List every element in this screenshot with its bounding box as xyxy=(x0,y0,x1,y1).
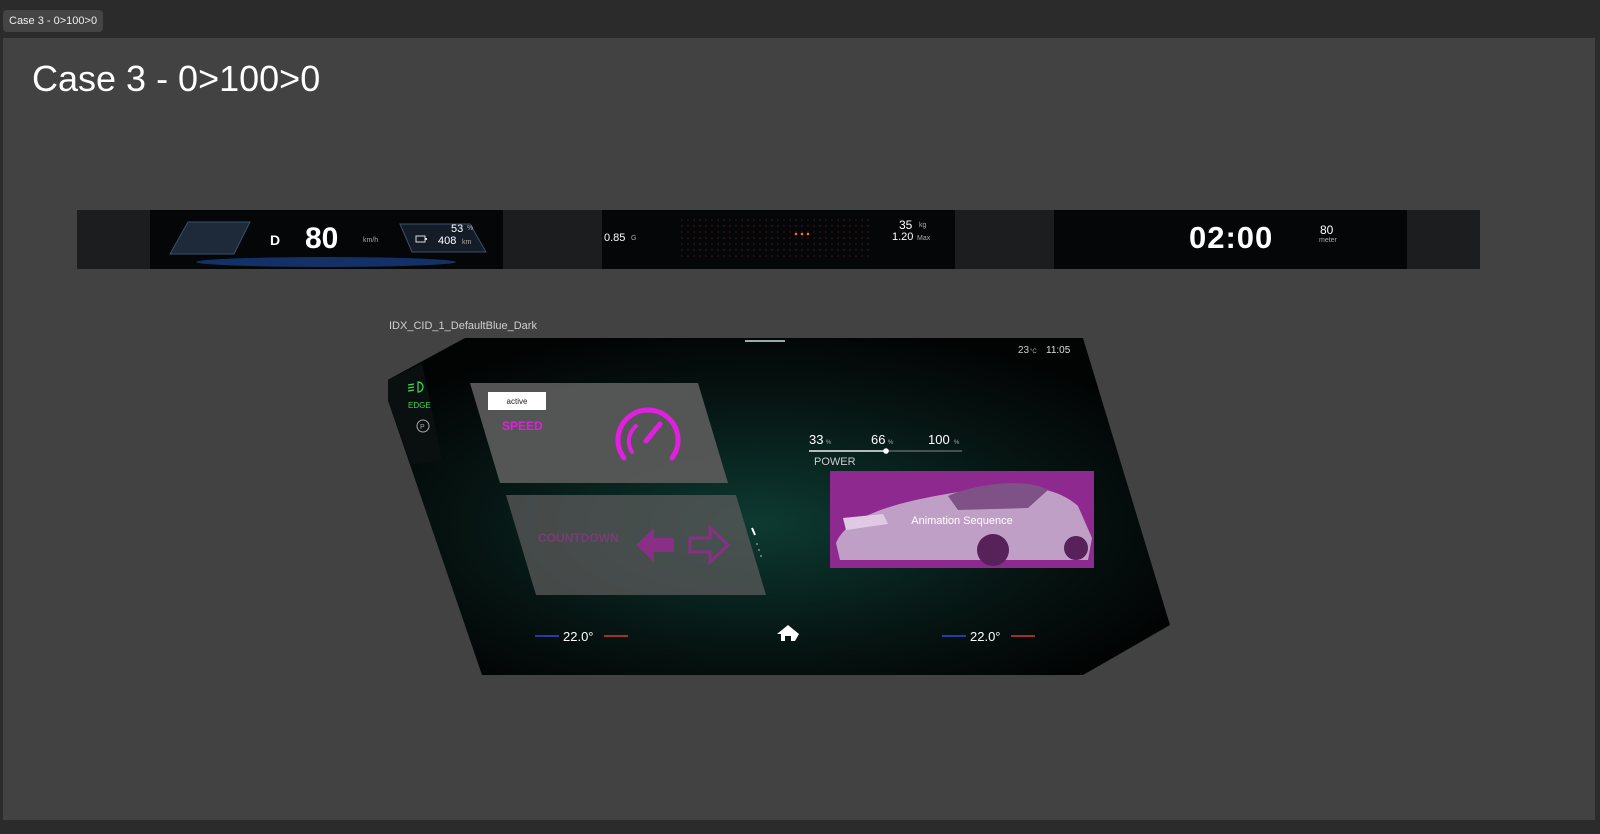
svg-text:P: P xyxy=(420,424,425,431)
weight-unit: kg xyxy=(919,222,927,229)
range-unit: km xyxy=(462,239,472,246)
g-force-value: 0.85 xyxy=(604,232,626,244)
max-g-unit: Max xyxy=(917,235,931,242)
page-title: Case 3 - 0>100>0 xyxy=(32,58,321,99)
power-level-2: 66 xyxy=(871,432,885,447)
speed-unit: km/h xyxy=(363,237,379,244)
max-g-value: 1.20 xyxy=(892,231,914,243)
center-display: 23 °C 11:05 EDGE P active SPEED COUNTDOW… xyxy=(388,338,1170,675)
animation-label: Animation Sequence xyxy=(911,515,1013,527)
clock: 11:05 xyxy=(1046,345,1071,356)
road-panel-shape xyxy=(169,221,251,255)
battery-percent-unit: % xyxy=(467,225,474,232)
top-handle xyxy=(745,340,785,342)
range-value: 408 xyxy=(438,235,457,247)
temp-left[interactable]: 22.0° xyxy=(563,629,594,644)
g-marker xyxy=(794,232,798,236)
frame-tag[interactable]: Case 3 - 0>100>0 xyxy=(3,10,104,32)
distance-value: 80 xyxy=(1320,223,1334,237)
power-label: POWER xyxy=(814,456,856,468)
temp-right[interactable]: 22.0° xyxy=(970,629,1001,644)
cid-frame-label: IDX_CID_1_DefaultBlue_Dark xyxy=(389,320,537,332)
countdown-label: COUNTDOWN xyxy=(538,531,619,545)
speed-value: 80 xyxy=(305,222,339,255)
power-level-3: 100 xyxy=(928,432,950,447)
svg-text:%: % xyxy=(954,440,960,446)
outside-temp: 23 xyxy=(1018,345,1030,356)
speed-glow xyxy=(196,257,456,267)
g-force-unit: G xyxy=(631,235,637,242)
outside-temp-unit: °C xyxy=(1030,349,1037,355)
speed-card-label: SPEED xyxy=(502,419,543,433)
power-slider-thumb[interactable] xyxy=(883,448,889,454)
svg-text:%: % xyxy=(888,440,894,446)
distance-unit: meter xyxy=(1319,237,1337,244)
svg-text:%: % xyxy=(826,440,832,446)
timer-value: 02:00 xyxy=(1189,220,1274,255)
battery-percent: 53 xyxy=(451,223,464,235)
power-level-1: 33 xyxy=(809,432,823,447)
gear-indicator: D xyxy=(270,232,281,248)
instrument-cluster: D 80 km/h 53 % 408 km 0.85 G 35 kg 1.20 … xyxy=(77,210,1480,269)
weight-value: 35 xyxy=(899,218,913,232)
edge-mode-icon: EDGE xyxy=(408,401,431,410)
active-badge-label: active xyxy=(507,397,528,406)
